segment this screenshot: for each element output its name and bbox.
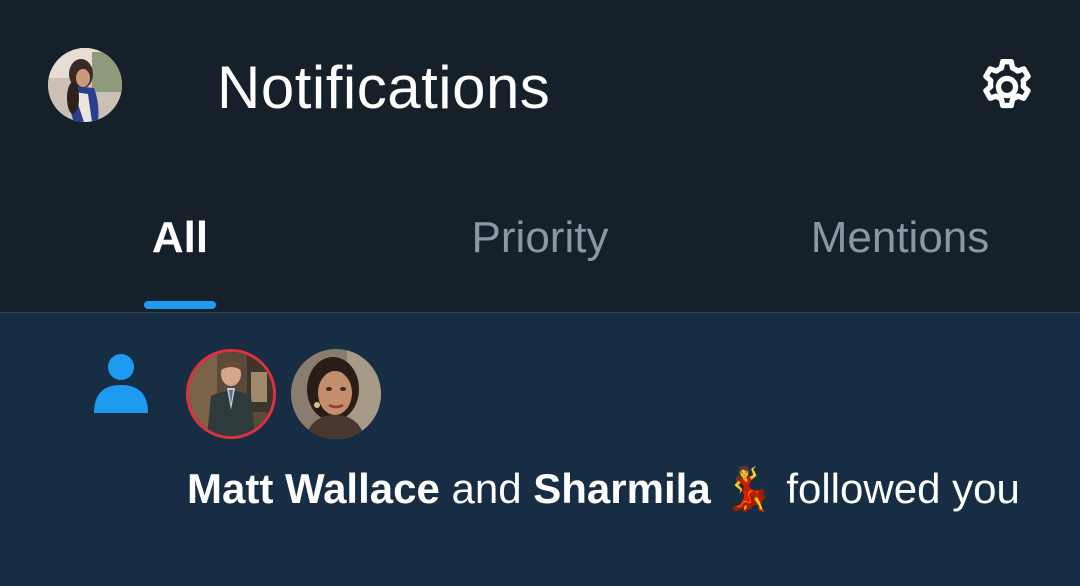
notifications-screen: Notifications All Priority Mentions Matt… [0, 0, 1080, 586]
tab-label: All [151, 212, 209, 262]
active-tab-indicator [144, 301, 216, 309]
tab-label: Mentions [810, 212, 990, 262]
profile-avatar[interactable] [48, 48, 122, 122]
tab-priority[interactable]: Priority [420, 175, 660, 312]
gear-icon [983, 59, 1031, 109]
follower-name[interactable]: Sharmila [533, 465, 710, 512]
profile-photo [48, 48, 122, 122]
tab-label: Priority [471, 212, 609, 262]
person-icon [94, 354, 148, 413]
tab-all[interactable]: All [110, 175, 250, 312]
page-title: Notifications [217, 54, 551, 121]
avatar-photo [189, 352, 273, 436]
notification-item[interactable]: Matt Wallace and Sharmila 💃 followed you [0, 313, 1080, 586]
top-bar: Notifications [0, 0, 1080, 175]
avatar-photo [291, 349, 381, 439]
follower-name[interactable]: Matt Wallace [187, 465, 440, 512]
tab-bar: All Priority Mentions [0, 175, 1080, 313]
follower-avatar-sharmila[interactable] [291, 349, 381, 439]
settings-button[interactable] [972, 54, 1042, 120]
notification-text: Matt Wallace and Sharmila 💃 followed you [187, 459, 1047, 519]
tab-mentions[interactable]: Mentions [780, 175, 1020, 312]
dancer-emoji: 💃 [722, 465, 775, 512]
follower-avatar-matt-wallace[interactable] [186, 349, 276, 439]
action-text: followed you [786, 465, 1020, 512]
connector-text: and [451, 465, 522, 512]
